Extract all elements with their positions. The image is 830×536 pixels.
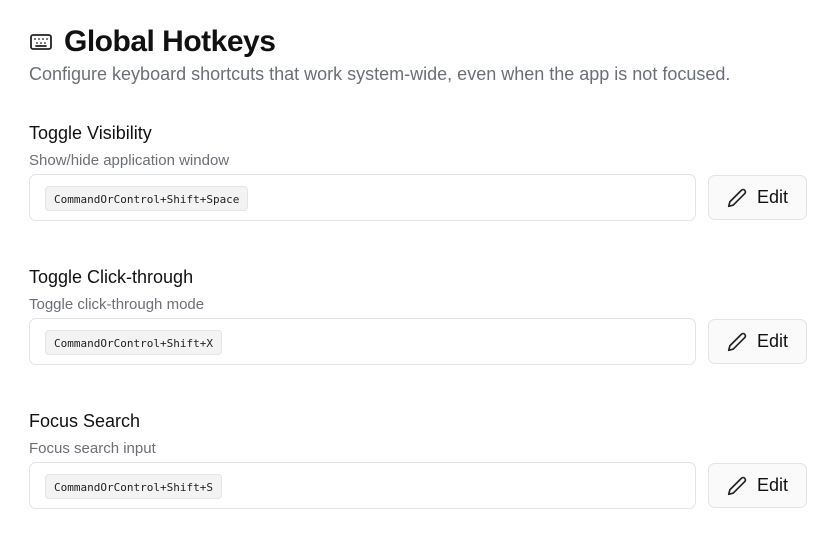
hotkey-section-focus-search: Focus Search Focus search input CommandO… [29,409,807,509]
hotkey-title: Focus Search [29,411,141,431]
edit-button[interactable]: Edit [708,319,807,364]
pencil-icon [727,188,747,208]
shortcut-badge: CommandOrControl+Shift+X [45,330,222,355]
hotkey-row: CommandOrControl+Shift+S Edit [29,462,807,511]
hotkey-title: Toggle Click-through [29,267,194,287]
page-header: Global Hotkeys [29,22,276,62]
pencil-icon [727,332,747,352]
global-hotkeys-page: Global Hotkeys Configure keyboard shortc… [0,0,830,536]
hotkey-section-toggle-click-through: Toggle Click-through Toggle click-throug… [29,265,807,365]
hotkey-field[interactable]: CommandOrControl+Shift+S [29,462,696,509]
hotkey-description: Focus search input [29,440,156,457]
shortcut-badge: CommandOrControl+Shift+Space [45,186,249,211]
hotkey-description: Show/hide application window [29,152,230,169]
edit-button-label: Edit [756,331,789,351]
edit-button[interactable]: Edit [708,463,807,508]
hotkey-row: CommandOrControl+Shift+X Edit [29,318,807,367]
pencil-icon [727,476,747,496]
edit-button-label: Edit [756,187,789,207]
hotkey-row: CommandOrControl+Shift+Space Edit [29,174,807,223]
hotkey-description: Toggle click-through mode [29,296,205,313]
page-subtitle: Configure keyboard shortcuts that work s… [29,64,731,84]
shortcut-badge: CommandOrControl+Shift+S [45,474,222,499]
edit-button-label: Edit [756,475,789,495]
page-title: Global Hotkeys [64,25,276,58]
edit-button[interactable]: Edit [708,175,807,220]
keyboard-icon [29,30,53,54]
hotkey-field[interactable]: CommandOrControl+Shift+Space [29,174,696,221]
hotkey-field[interactable]: CommandOrControl+Shift+X [29,318,696,365]
hotkey-section-toggle-visibility: Toggle Visibility Show/hide application … [29,121,807,221]
hotkey-title: Toggle Visibility [29,123,152,143]
